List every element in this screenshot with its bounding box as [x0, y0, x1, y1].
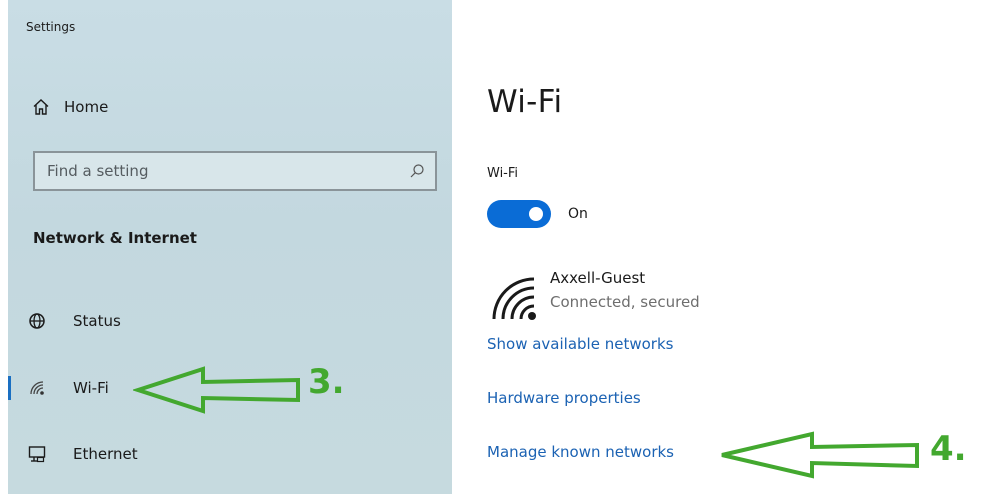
wifi-signal-icon: [492, 277, 536, 320]
globe-icon: [29, 313, 45, 329]
hardware-properties-link[interactable]: Hardware properties: [487, 389, 641, 407]
home-icon: [33, 99, 49, 115]
search-input[interactable]: [47, 162, 409, 180]
network-status: Connected, secured: [550, 293, 700, 311]
sidebar-item-label: Status: [73, 312, 121, 330]
search-icon[interactable]: [409, 163, 425, 179]
window-title: Settings: [26, 20, 76, 34]
wifi-toggle-row: On: [487, 200, 588, 228]
wifi-toggle[interactable]: [487, 200, 551, 228]
manage-known-networks-link[interactable]: Manage known networks: [487, 443, 674, 461]
wifi-section-label: Wi-Fi: [487, 166, 519, 181]
annotation-arrow-3: [133, 366, 300, 414]
annotation-arrow-4: [721, 431, 919, 479]
sidebar-item-label: Wi-Fi: [73, 379, 109, 397]
network-name: Axxell-Guest: [550, 269, 646, 287]
annotation-step-4: 4.: [930, 429, 967, 469]
toggle-state-label: On: [568, 206, 588, 222]
sidebar: Settings Home Network & Internet Status: [8, 0, 452, 494]
sidebar-item-ethernet[interactable]: Ethernet: [8, 438, 308, 470]
search-box[interactable]: [33, 151, 437, 191]
ethernet-icon: [28, 446, 46, 463]
section-title: Network & Internet: [33, 229, 197, 247]
annotation-step-3: 3.: [308, 362, 345, 402]
toggle-knob: [529, 207, 543, 221]
active-indicator: [8, 376, 11, 400]
show-available-networks-link[interactable]: Show available networks: [487, 335, 673, 353]
current-network[interactable]: Axxell-Guest Connected, secured: [490, 263, 790, 323]
sidebar-item-status[interactable]: Status: [8, 305, 308, 337]
sidebar-home-item[interactable]: Home: [32, 93, 108, 121]
sidebar-item-label: Ethernet: [73, 445, 138, 463]
sidebar-home-label: Home: [64, 98, 109, 116]
page-title: Wi-Fi: [487, 84, 563, 120]
wifi-icon: [30, 381, 44, 395]
